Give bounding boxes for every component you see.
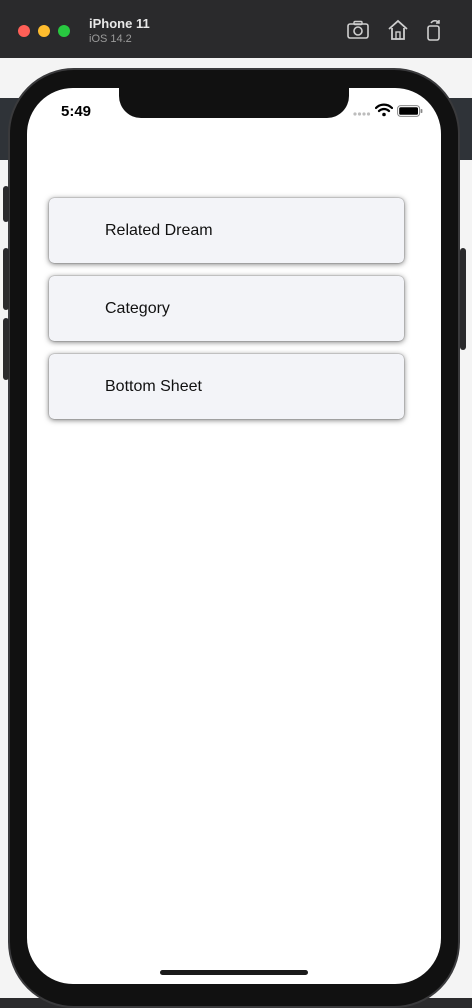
menu-item-label: Related Dream [105,221,213,239]
simulator-titlebar: iPhone 11 iOS 14.2 [0,0,472,59]
device-name: iPhone 11 [89,16,150,31]
status-time: 5:49 [61,103,92,120]
volume-up-button [3,248,9,310]
menu-item-bottom-sheet[interactable]: Bottom Sheet [49,354,404,419]
power-button [460,248,466,350]
home-icon[interactable] [386,18,410,42]
phone-screen: 5:49 Related Dream Category Bottom Sheet [27,88,441,984]
battery-icon [397,105,423,117]
menu-list: Related Dream Category Bottom Sheet [49,198,404,432]
screenshot-camera-icon[interactable] [346,18,370,42]
menu-item-related-dream[interactable]: Related Dream [49,198,404,263]
cellular-signal-icon [353,112,371,116]
notch [119,88,349,118]
zoom-window-button[interactable] [58,25,70,37]
device-os-version: iOS 14.2 [89,33,132,45]
mute-switch [3,186,9,222]
menu-item-label: Bottom Sheet [105,377,202,395]
menu-item-category[interactable]: Category [49,276,404,341]
minimize-window-button[interactable] [38,25,50,37]
rotate-device-icon[interactable] [422,18,446,42]
close-window-button[interactable] [18,25,30,37]
menu-item-label: Category [105,299,170,317]
volume-down-button [3,318,9,380]
wifi-icon [375,103,393,117]
home-indicator[interactable] [160,970,308,975]
